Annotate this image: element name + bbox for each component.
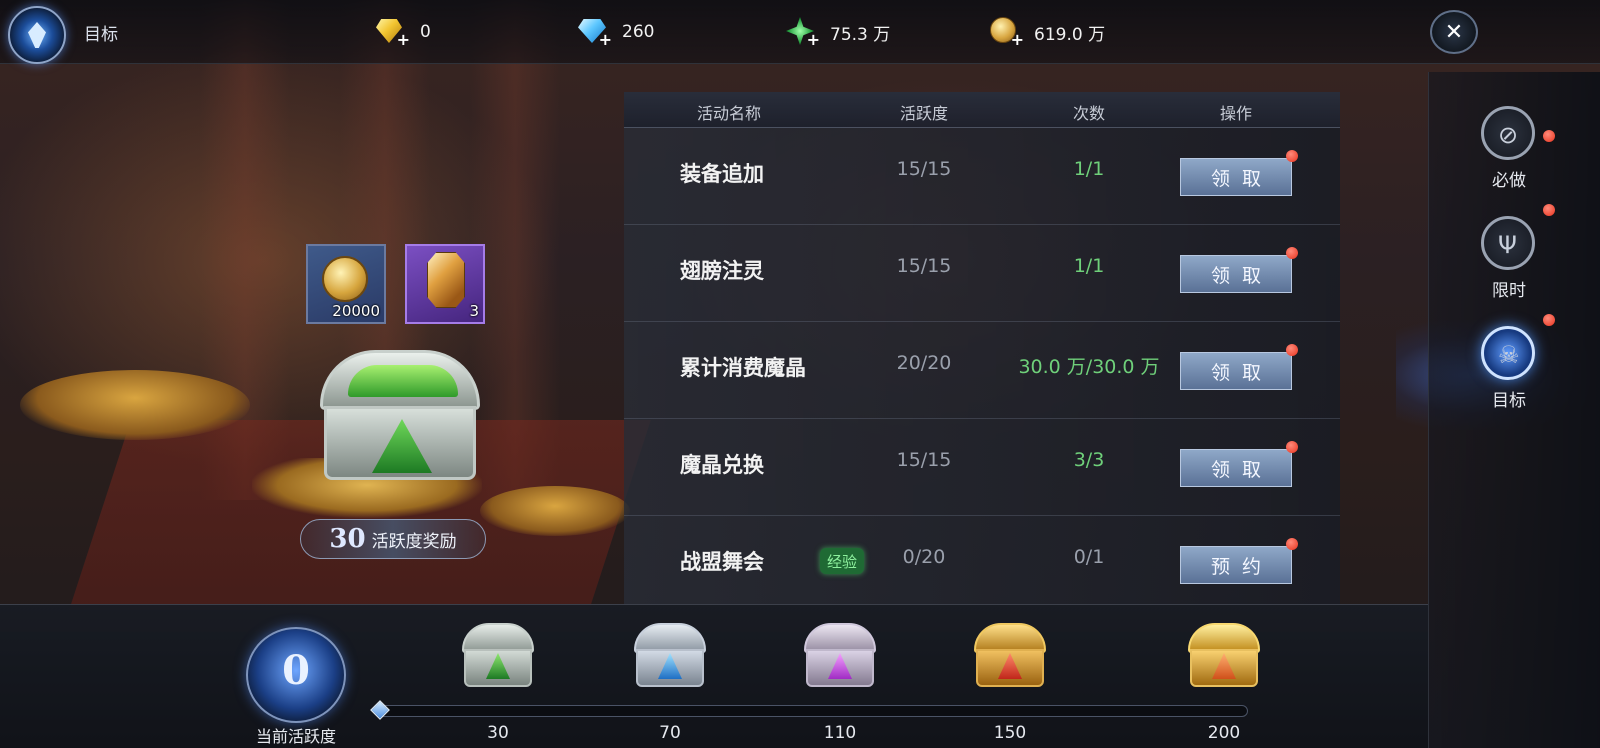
notification-dot: [1286, 344, 1298, 356]
progress-track: [370, 700, 1248, 720]
tab-label: 目标: [1492, 391, 1526, 411]
activity-name: 翅膀注灵: [680, 259, 764, 283]
amber-crystal-icon: [427, 252, 465, 308]
activity-count: 1/1: [1073, 255, 1105, 277]
skull-icon: ☠: [1481, 326, 1535, 380]
green-chest-icon[interactable]: [458, 619, 538, 699]
activity-name: 装备追加: [680, 162, 764, 186]
milestone-label: 150: [993, 723, 1027, 743]
tab-label: 限时: [1492, 281, 1526, 301]
activity-count: 30.0 万/30.0 万: [1018, 356, 1160, 378]
page-title: 目标: [84, 25, 118, 45]
claim-button[interactable]: 领取: [1180, 255, 1292, 293]
current-activity-badge: 0: [246, 627, 346, 723]
item-count: 3: [469, 302, 479, 320]
activity-table: 活动名称 活跃度 次数 操作 装备追加 15/15 1/1 领取 翅膀注灵 15…: [624, 92, 1340, 604]
table-row: 翅膀注灵 15/15 1/1 领取: [624, 225, 1340, 322]
claim-button[interactable]: 领取: [1180, 352, 1292, 390]
reward-item-gold-coin[interactable]: 20000: [306, 244, 386, 324]
reward-item-amber-crystal[interactable]: 3: [405, 244, 485, 324]
notification-dot: [1543, 130, 1555, 142]
milestone-label: 70: [659, 723, 681, 743]
gold-heap: [480, 486, 630, 536]
resource-gold-diamond[interactable]: + 0: [374, 17, 431, 49]
table-row: 装备追加 15/15 1/1 领取: [624, 128, 1340, 225]
close-button[interactable]: ✕: [1430, 10, 1478, 54]
activity-count: 1/1: [1073, 158, 1105, 180]
blue-diamond-icon: +: [576, 17, 612, 49]
notification-dot: [1543, 314, 1555, 326]
reward-threshold-value: 30: [329, 524, 366, 554]
resource-gold-coin[interactable]: + 619.0 万: [988, 17, 1106, 49]
tab-required[interactable]: ⊘ 必做: [1459, 106, 1559, 206]
tab-limited[interactable]: Ψ 限时: [1459, 204, 1559, 316]
tab-label: 必做: [1492, 171, 1526, 191]
reward-threshold-text: 活跃度奖励: [371, 531, 457, 552]
notification-dot: [1286, 441, 1298, 453]
table-row: 累计消费魔晶 20/20 30.0 万/30.0 万 领取: [624, 322, 1340, 419]
resource-green-crystal[interactable]: + 75.3 万: [784, 17, 891, 49]
top-bar: 目标 + 0 + 260 + 75.3 万 + 619.0 万 ✕: [0, 0, 1600, 64]
activity-name: 累计消费魔晶: [680, 356, 806, 380]
notification-dot: [1543, 204, 1555, 216]
activity-name: 战盟舞会: [680, 550, 764, 574]
column-header-action: 操作: [1219, 104, 1252, 123]
current-activity-label: 当前活跃度: [255, 727, 336, 746]
reward-threshold-label: 30 活跃度奖励: [300, 519, 486, 559]
activity-points: 0/20: [902, 546, 946, 568]
milestone-label: 110: [823, 723, 857, 743]
column-header-name: 活动名称: [696, 104, 761, 123]
column-header-count: 次数: [1072, 104, 1105, 123]
activity-points: 15/15: [896, 158, 952, 180]
green-crystal-icon: +: [784, 17, 820, 49]
compass-icon: ⊘: [1481, 106, 1535, 160]
gold-diamond-icon: +: [374, 17, 410, 49]
trident-icon: Ψ: [1481, 216, 1535, 270]
resource-blue-diamond[interactable]: + 260: [576, 17, 655, 49]
milestone-label: 200: [1207, 723, 1241, 743]
notification-dot: [1286, 150, 1298, 162]
milestone-label: 30: [487, 723, 509, 743]
notification-dot: [1286, 247, 1298, 259]
sidebar: ⊘ 必做 Ψ 限时 ☠ 目标: [1428, 72, 1600, 748]
item-count: 20000: [332, 302, 380, 320]
claim-button[interactable]: 领取: [1180, 158, 1292, 196]
reserve-button[interactable]: 预约: [1180, 546, 1292, 584]
activity-count: 3/3: [1073, 449, 1105, 471]
purple-chest-icon[interactable]: [800, 619, 880, 699]
resource-value: 260: [622, 22, 655, 42]
green-chest-icon[interactable]: [320, 350, 480, 480]
current-activity-value: 0: [282, 647, 310, 694]
table-row: 战盟舞会 经验 0/20 0/1 预约: [624, 516, 1340, 604]
activity-progress-bar: 0 当前活跃度 30 70 110 150 200: [0, 604, 1428, 748]
gold-coin-icon: [322, 256, 368, 302]
gold-heap: [20, 370, 250, 440]
goal-emblem-icon: [8, 6, 66, 64]
activity-count: 0/1: [1073, 546, 1105, 568]
gold-coin-icon: +: [988, 17, 1024, 49]
resource-value: 75.3 万: [830, 24, 891, 45]
activity-points: 20/20: [896, 352, 952, 374]
notification-dot: [1286, 538, 1298, 550]
table-row: 魔晶兑换 15/15 3/3 领取: [624, 419, 1340, 516]
activity-points: 15/15: [896, 449, 952, 471]
blue-chest-icon[interactable]: [630, 619, 710, 699]
gold-chest-icon[interactable]: [1184, 619, 1264, 699]
red-gold-chest-icon[interactable]: [970, 619, 1050, 699]
claim-button[interactable]: 领取: [1180, 449, 1292, 487]
table-header: 活动名称 活跃度 次数 操作: [624, 92, 1340, 128]
activity-points: 15/15: [896, 255, 952, 277]
resource-value: 0: [420, 22, 431, 42]
column-header-activity: 活跃度: [899, 104, 948, 123]
progress-marker-icon: [370, 700, 390, 720]
resource-value: 619.0 万: [1034, 24, 1106, 45]
tab-goal[interactable]: ☠ 目标: [1459, 314, 1559, 426]
activity-name: 魔晶兑换: [680, 453, 764, 477]
